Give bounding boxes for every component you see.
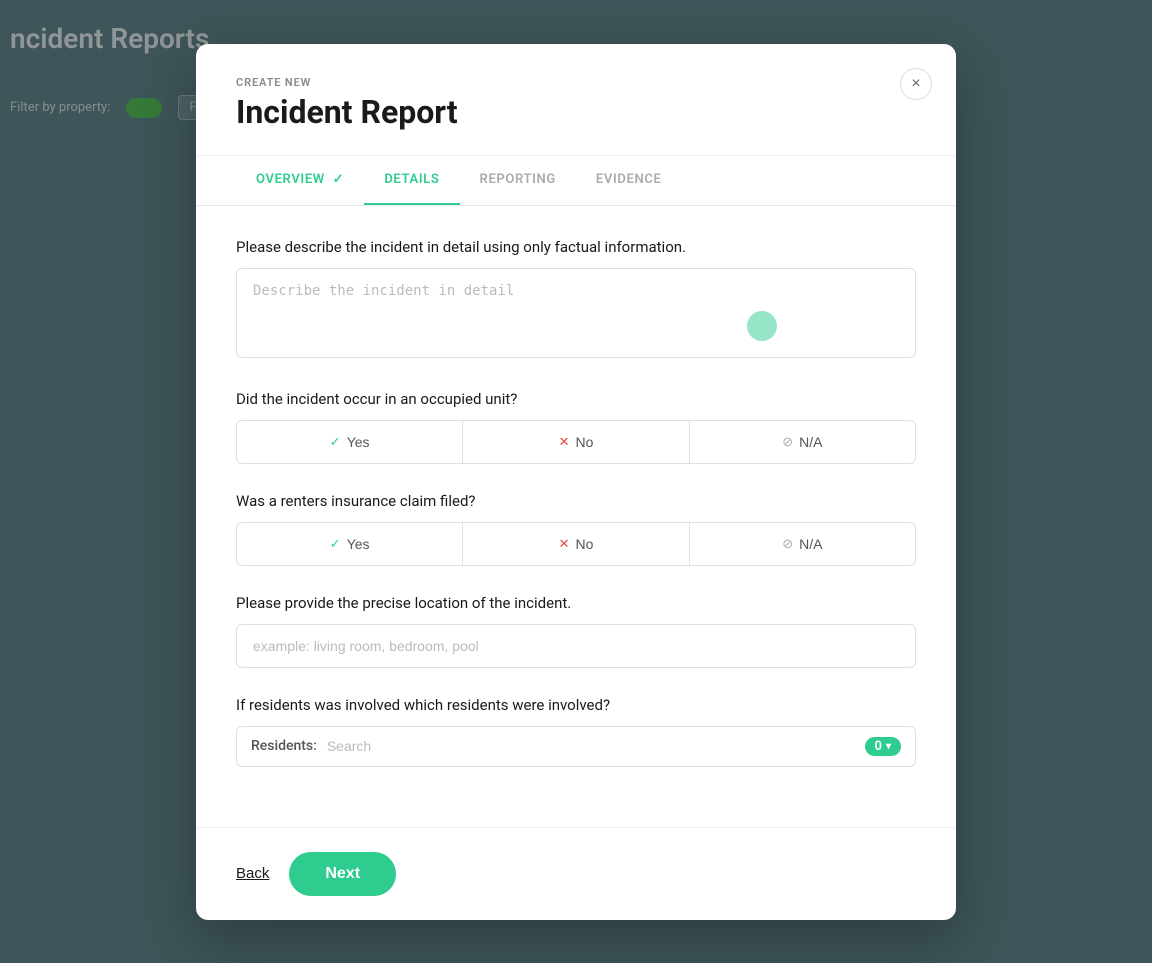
na-icon: ⊘ [782, 434, 793, 450]
renters-insurance-field-group: Was a renters insurance claim filed? ✓ Y… [236, 492, 916, 566]
location-field-group: Please provide the precise location of t… [236, 594, 916, 668]
location-input[interactable] [236, 624, 916, 668]
tab-overview[interactable]: OVERVIEW ✓ [236, 156, 364, 205]
description-label: Please describe the incident in detail u… [236, 238, 916, 256]
renters-insurance-label: Was a renters insurance claim filed? [236, 492, 916, 510]
back-button[interactable]: Back [236, 865, 269, 882]
residents-search-input[interactable] [327, 738, 855, 754]
na-icon-2: ⊘ [782, 536, 793, 552]
occupied-unit-options: ✓ Yes ✕ No ⊘ N/A [236, 420, 916, 464]
location-label: Please provide the precise location of t… [236, 594, 916, 612]
renters-no-button[interactable]: ✕ No [463, 522, 689, 566]
modal: CREATE NEW Incident Report × OVERVIEW ✓ … [196, 44, 956, 920]
x-icon-2: ✕ [559, 536, 570, 552]
occupied-na-button[interactable]: ⊘ N/A [690, 420, 916, 464]
tabs-nav: OVERVIEW ✓ DETAILS REPORTING EVIDENCE [196, 156, 956, 206]
occupied-no-button[interactable]: ✕ No [463, 420, 689, 464]
modal-overlay: CREATE NEW Incident Report × OVERVIEW ✓ … [0, 0, 1152, 963]
occupied-yes-button[interactable]: ✓ Yes [236, 420, 463, 464]
residents-label: If residents was involved which resident… [236, 696, 916, 714]
residents-field-group: If residents was involved which resident… [236, 696, 916, 767]
modal-title: Incident Report [236, 93, 916, 131]
renters-insurance-options: ✓ Yes ✕ No ⊘ N/A [236, 522, 916, 566]
create-new-label: CREATE NEW [236, 76, 916, 89]
overview-check-icon: ✓ [333, 172, 345, 187]
renters-yes-button[interactable]: ✓ Yes [236, 522, 463, 566]
tab-evidence[interactable]: EVIDENCE [576, 156, 682, 205]
description-textarea[interactable] [236, 268, 916, 358]
modal-footer: Back Next [196, 827, 956, 920]
description-field-group: Please describe the incident in detail u… [236, 238, 916, 362]
occupied-unit-field-group: Did the incident occur in an occupied un… [236, 390, 916, 464]
residents-field-label: Residents: [251, 738, 317, 754]
residents-search-container: Residents: 0 ▾ [236, 726, 916, 767]
close-button[interactable]: × [900, 68, 932, 100]
modal-header: CREATE NEW Incident Report × [196, 44, 956, 156]
residents-count-badge[interactable]: 0 ▾ [865, 737, 901, 756]
tab-details[interactable]: DETAILS [364, 156, 459, 205]
x-icon: ✕ [559, 434, 570, 450]
check-icon-2: ✓ [330, 536, 341, 552]
tab-reporting[interactable]: REPORTING [460, 156, 576, 205]
next-button[interactable]: Next [289, 852, 396, 896]
chevron-down-icon: ▾ [886, 741, 891, 752]
renters-na-button[interactable]: ⊘ N/A [690, 522, 916, 566]
modal-body: Please describe the incident in detail u… [196, 206, 956, 827]
occupied-unit-label: Did the incident occur in an occupied un… [236, 390, 916, 408]
check-icon: ✓ [330, 434, 341, 450]
